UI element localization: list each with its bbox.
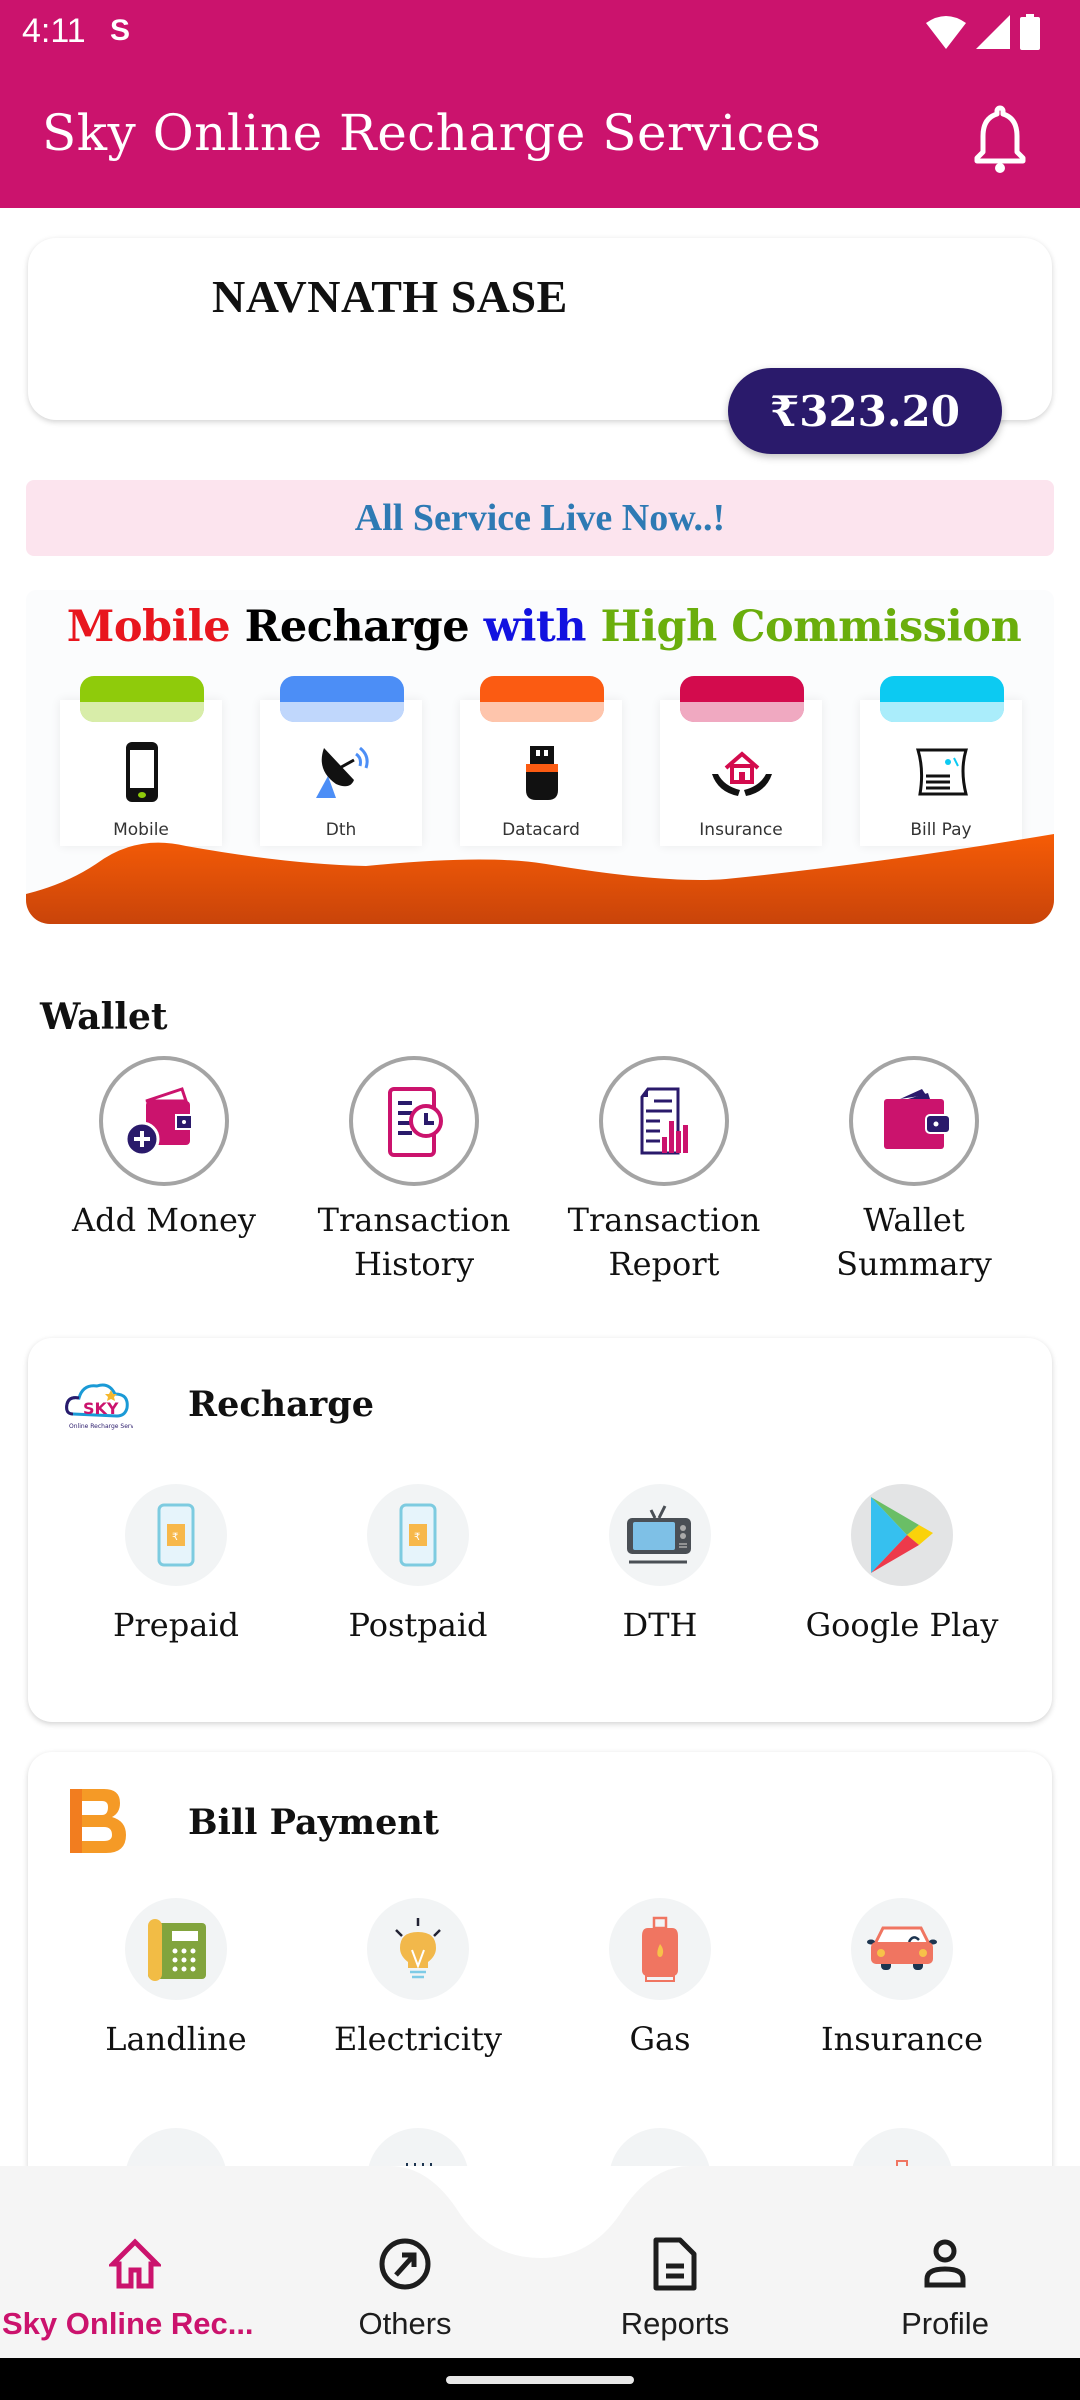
electricity-button[interactable]: Electricity [298, 1898, 538, 2058]
service-label: Postpaid [348, 1606, 488, 1644]
bill-receipt-icon [915, 748, 969, 796]
recharge-section-title: Recharge [188, 1383, 374, 1425]
app-header: 4:11 S Sky Online Recharge Services [0, 0, 1080, 208]
add-money-wallet-icon [124, 1087, 193, 1157]
wallet-summary-button[interactable]: Wallet Summary [804, 1056, 1024, 1286]
status-bar: 4:11 S [0, 0, 1080, 64]
prepaid-button[interactable]: ₹ Prepaid [56, 1484, 296, 1644]
usb-dongle-icon [526, 746, 558, 800]
mobile-phone-icon [126, 742, 158, 802]
service-label: Insurance [820, 2020, 984, 2058]
banner-wave-decoration [26, 834, 1054, 924]
headline-part: Mobile [66, 602, 245, 652]
service-label: Gas [629, 2020, 691, 2058]
landline-phone-icon [148, 1919, 206, 1981]
satellite-dish-icon [316, 746, 369, 798]
wallet-item-label: Transaction Report [567, 1201, 761, 1283]
promo-banner[interactable]: Mobile Recharge with High Commission Mob… [26, 590, 1054, 924]
service-notice-text: All Service Live Now..! [354, 497, 726, 539]
insurance-button[interactable]: Insurance [782, 1898, 1022, 2058]
wallet-balance-badge[interactable]: ₹323.20 [728, 368, 1002, 454]
svg-text:₹: ₹ [414, 1532, 420, 1543]
svg-text:₹: ₹ [172, 1532, 178, 1543]
car-icon [867, 1926, 937, 1970]
prepaid-phone-icon: ₹ [157, 1503, 195, 1567]
transaction-report-button[interactable]: Transaction Report [554, 1056, 774, 1286]
service-label: Landline [105, 2020, 247, 2058]
svg-text:SKY: SKY [83, 1399, 119, 1418]
gas-cylinder-icon [642, 1916, 678, 1982]
battery-icon [1020, 14, 1040, 50]
postpaid-phone-icon: ₹ [399, 1503, 437, 1567]
bell-icon[interactable] [970, 104, 1030, 174]
nav-tab-home[interactable]: Sky Online Rec... [0, 2234, 270, 2342]
status-time: 4:11 [22, 12, 86, 50]
nav-label: Reports [620, 2306, 730, 2341]
dth-button[interactable]: DTH [540, 1484, 780, 1644]
bill-payment-logo-icon [58, 1782, 138, 1862]
wifi-icon [926, 16, 966, 49]
bill-payment-section: Bill Payment Landline Electricity Gas In… [28, 1752, 1052, 2230]
postpaid-button[interactable]: ₹ Postpaid [298, 1484, 538, 1644]
nav-tab-profile[interactable]: Profile [810, 2234, 1080, 2342]
user-name: NAVNATH SASE [212, 271, 568, 322]
google-play-icon [871, 1497, 933, 1573]
service-label: Prepaid [112, 1606, 240, 1644]
nav-label: Sky Online Rec... [2, 2306, 254, 2341]
wallet-item-label: Transaction History [317, 1201, 511, 1283]
landline-button[interactable]: Landline [56, 1898, 296, 2058]
document-icon [653, 2237, 697, 2291]
transaction-report-icon [640, 1087, 688, 1155]
google-play-button[interactable]: Google Play [782, 1484, 1022, 1644]
light-bulb-icon [395, 1918, 441, 1979]
signal-icon [976, 15, 1010, 49]
headline-part: with [483, 602, 601, 652]
service-label: Electricity [334, 2020, 502, 2058]
gas-button[interactable]: Gas [540, 1898, 780, 2058]
wallet-item-label: Wallet Summary [836, 1201, 992, 1283]
home-icon [109, 2238, 161, 2289]
svg-text:Online Recharge Services: Online Recharge Services [69, 1423, 133, 1430]
service-label: Google Play [805, 1606, 999, 1644]
person-icon [924, 2239, 966, 2288]
service-label: DTH [622, 1606, 698, 1644]
explore-arrow-icon [379, 2238, 431, 2290]
app-title: Sky Online Recharge Services [42, 104, 822, 162]
transaction-history-button[interactable]: Transaction History [304, 1056, 524, 1286]
sky-logo-icon: SKY Online Recharge Services [58, 1364, 138, 1444]
wallet-icon [884, 1089, 951, 1149]
nav-label: Profile [901, 2306, 989, 2341]
nav-label: Others [358, 2306, 452, 2341]
app-notification-icon: S [110, 14, 131, 47]
nav-tab-others[interactable]: Others [270, 2234, 540, 2342]
recharge-section: SKY Online Recharge Services Recharge ₹ P… [28, 1338, 1052, 1722]
nav-tab-reports[interactable]: Reports [540, 2234, 810, 2342]
service-notice-banner: All Service Live Now..! [26, 480, 1054, 556]
transaction-history-icon [388, 1087, 443, 1157]
house-hands-icon [712, 751, 772, 796]
wallet-item-label: Add Money [72, 1201, 256, 1239]
home-gesture-handle[interactable] [446, 2376, 634, 2384]
add-money-button[interactable]: Add Money [54, 1056, 274, 1242]
bill-payment-section-title: Bill Payment [188, 1801, 439, 1843]
banner-headline: Mobile Recharge with High Commission [34, 602, 1054, 652]
wallet-section-title: Wallet [40, 996, 168, 1038]
tv-icon [627, 1505, 691, 1564]
headline-part: Recharge [244, 602, 484, 652]
headline-part: High Commission [600, 602, 1022, 652]
